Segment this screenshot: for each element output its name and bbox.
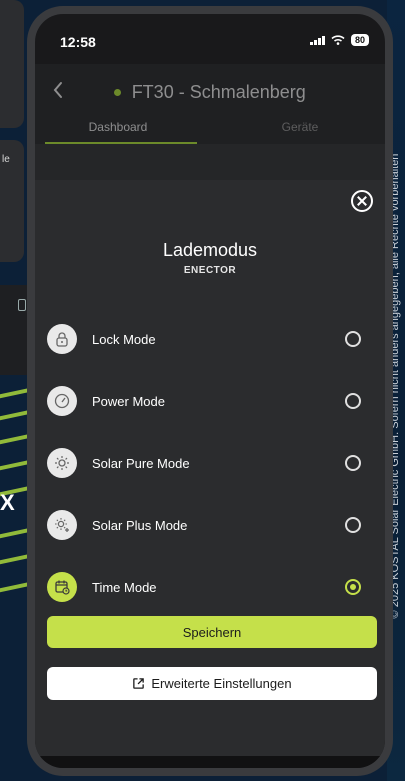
mode-option-power[interactable]: Power Mode bbox=[35, 370, 385, 432]
wifi-icon bbox=[331, 35, 345, 45]
online-status-dot bbox=[114, 89, 122, 96]
signal-icon bbox=[309, 35, 325, 45]
save-button-label: Speichern bbox=[182, 624, 242, 640]
page-title-wrap: FT30 - Schmalenberg bbox=[35, 82, 385, 103]
background-card-middle: le bbox=[0, 140, 24, 262]
mode-radio-solar-pure[interactable] bbox=[345, 455, 361, 471]
mode-radio-time[interactable] bbox=[345, 579, 361, 595]
gauge-icon bbox=[47, 386, 77, 416]
mode-label: Solar Plus Mode bbox=[92, 517, 188, 533]
status-icons: 80 bbox=[309, 34, 369, 46]
advanced-settings-label: Erweiterte Einstellungen bbox=[151, 676, 292, 691]
background-glyph-icon bbox=[18, 299, 26, 311]
sun-plus-icon bbox=[47, 510, 77, 540]
mode-list: Lock Mode Power Mode Solar Pure Mode Sol… bbox=[35, 308, 385, 618]
battery-indicator: 80 bbox=[350, 34, 369, 46]
mode-option-solar-plus[interactable]: Solar Plus Mode bbox=[35, 494, 385, 556]
mode-radio-power[interactable] bbox=[345, 393, 361, 409]
mode-label: Lock Mode bbox=[92, 331, 156, 347]
top-navigation: FT30 - Schmalenberg Dashboard Geräte bbox=[35, 64, 385, 144]
tab-geraete[interactable]: Geräte bbox=[225, 120, 375, 134]
background-x-text: X bbox=[0, 490, 15, 515]
tab-bar: Dashboard Geräte bbox=[35, 112, 385, 144]
sun-icon bbox=[47, 448, 77, 478]
charging-mode-sheet: Lademodus ENECTOR Lock Mode Power Mode S… bbox=[35, 180, 385, 760]
mode-label: Power Mode bbox=[92, 393, 165, 409]
close-icon[interactable] bbox=[351, 190, 373, 212]
external-link-icon bbox=[133, 678, 145, 689]
save-button[interactable]: Speichern bbox=[47, 616, 377, 648]
app-screen: 12:58 80 FT30 - Schmalenberg Dashboard G… bbox=[35, 14, 385, 768]
status-bar: 12:58 80 bbox=[35, 14, 385, 64]
mode-radio-lock[interactable] bbox=[345, 331, 361, 347]
calendar-clock-icon bbox=[47, 572, 77, 602]
tab-dashboard[interactable]: Dashboard bbox=[43, 120, 193, 134]
mode-label: Time Mode bbox=[92, 579, 157, 595]
background-card-top bbox=[0, 0, 24, 128]
mode-radio-solar-plus[interactable] bbox=[345, 517, 361, 533]
mode-option-lock[interactable]: Lock Mode bbox=[35, 308, 385, 370]
sheet-subtitle: ENECTOR bbox=[183, 265, 237, 276]
page-title: FT30 - Schmalenberg bbox=[131, 82, 306, 102]
mode-option-time[interactable]: Time Mode bbox=[35, 556, 385, 618]
phone-frame: 12:58 80 FT30 - Schmalenberg Dashboard G… bbox=[27, 6, 393, 776]
background-card-text: le bbox=[2, 154, 10, 165]
sheet-title: Lademodus bbox=[162, 240, 258, 260]
background-strip bbox=[0, 285, 30, 375]
status-time: 12:58 bbox=[60, 34, 96, 50]
mode-option-solar-pure[interactable]: Solar Pure Mode bbox=[35, 432, 385, 494]
dimmed-content bbox=[35, 144, 385, 180]
mode-label: Solar Pure Mode bbox=[92, 455, 190, 471]
lock-icon bbox=[47, 324, 77, 354]
advanced-settings-button[interactable]: Erweiterte Einstellungen bbox=[47, 667, 377, 700]
home-indicator-area bbox=[35, 756, 385, 768]
